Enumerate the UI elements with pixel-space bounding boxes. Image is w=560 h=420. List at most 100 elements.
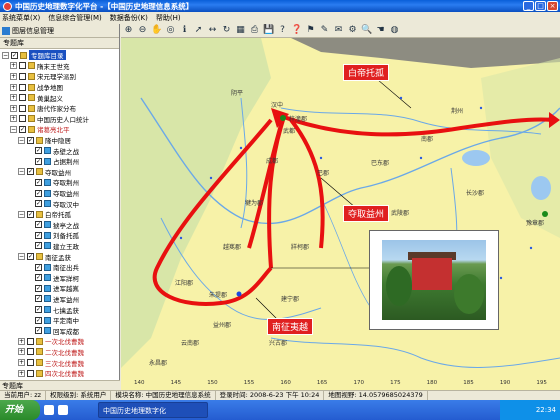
tree-node[interactable]: + 一次北伐曹魏	[2, 336, 119, 347]
note-icon[interactable]: ✉	[333, 25, 344, 36]
map-view[interactable]: 汉中江阳郡武都越嶲郡朱提郡牂柯郡益州郡兴古郡云南郡永昌郡巴郡巴东郡荆州武陵郡零陵…	[121, 38, 560, 390]
tree-node[interactable]: 进军益州	[2, 294, 119, 305]
expand-toggle-icon[interactable]: +	[18, 369, 25, 377]
tree-node[interactable]: 建立王政	[2, 241, 119, 252]
tree-node[interactable]: + 战争地图	[2, 82, 119, 93]
tree-node[interactable]: 夺取益州	[2, 188, 119, 199]
expand-toggle-icon[interactable]: +	[10, 62, 17, 70]
expand-toggle-icon[interactable]: −	[18, 168, 25, 176]
layer-checkbox[interactable]	[19, 62, 26, 70]
panel-tab[interactable]: 图层信息管理	[0, 24, 119, 38]
tree-node[interactable]: 夺取汉中	[2, 198, 119, 209]
layer-checkbox[interactable]	[27, 136, 34, 144]
panel-footer-tab[interactable]: 专题库	[0, 380, 120, 390]
measure-icon[interactable]: ↔	[207, 25, 218, 36]
tree-node[interactable]: + 四次北伐曹魏	[2, 368, 119, 379]
pencil-icon[interactable]: ✎	[319, 25, 330, 36]
layer-checkbox[interactable]	[19, 94, 26, 102]
tree-node[interactable]: − 夺取益州	[2, 167, 119, 178]
layer-checkbox[interactable]	[35, 263, 42, 271]
tree-node[interactable]: 进军越嶲	[2, 283, 119, 294]
layer-checkbox[interactable]	[35, 295, 42, 303]
layer-checkbox[interactable]	[19, 115, 26, 123]
layer-checkbox[interactable]	[35, 178, 42, 186]
expand-toggle-icon[interactable]: +	[10, 72, 17, 80]
layer-checkbox[interactable]	[35, 157, 42, 165]
layer-checkbox[interactable]	[27, 359, 34, 367]
select-icon[interactable]: ➚	[193, 25, 204, 36]
layer-checkbox[interactable]	[27, 253, 34, 261]
layer-icon[interactable]: ▦	[235, 25, 246, 36]
query-icon[interactable]: ?	[277, 25, 288, 36]
expand-toggle-icon[interactable]: +	[10, 83, 17, 91]
expand-toggle-icon[interactable]: +	[10, 115, 17, 123]
menu-system[interactable]: 系统菜单(X)	[2, 13, 40, 23]
print-icon[interactable]: ⎙	[249, 25, 260, 36]
expand-toggle-icon[interactable]: +	[18, 337, 25, 345]
expand-toggle-icon[interactable]: +	[10, 94, 17, 102]
layer-checkbox[interactable]	[27, 168, 34, 176]
maximize-button[interactable]: □	[535, 1, 546, 11]
layer-checkbox[interactable]	[35, 284, 42, 292]
layer-checkbox[interactable]	[11, 51, 18, 59]
zoom-out-icon[interactable]: ⊖	[137, 25, 148, 36]
hand-icon[interactable]: ☚	[375, 25, 386, 36]
zoom-in-icon[interactable]: ⊕	[123, 25, 134, 36]
menu-backup[interactable]: 数据备份(K)	[110, 13, 148, 23]
menu-info-manage[interactable]: 信息综合管理(M)	[48, 13, 102, 23]
tree-node[interactable]: 猇亭之战	[2, 220, 119, 231]
layer-checkbox[interactable]	[35, 221, 42, 229]
tree-node[interactable]: + 二次北伐曹魏	[2, 347, 119, 358]
save-icon[interactable]: 💾	[263, 25, 274, 36]
layer-checkbox[interactable]	[35, 306, 42, 314]
tree-node[interactable]: − 专题库目录	[2, 50, 119, 61]
tree-node[interactable]: − 南征孟获	[2, 251, 119, 262]
layer-checkbox[interactable]	[35, 327, 42, 335]
layer-checkbox[interactable]	[27, 337, 34, 345]
tree-node[interactable]: 回军成都	[2, 325, 119, 336]
layer-checkbox[interactable]	[35, 200, 42, 208]
layer-checkbox[interactable]	[35, 147, 42, 155]
info-icon[interactable]: ℹ	[179, 25, 190, 36]
layer-checkbox[interactable]	[35, 274, 42, 282]
tree-node[interactable]: 占据荆州	[2, 156, 119, 167]
settings-icon[interactable]: ⚙	[347, 25, 358, 36]
search-icon[interactable]: 🔍	[361, 25, 372, 36]
pan-icon[interactable]: ✋	[151, 25, 162, 36]
flag-icon[interactable]: ⚑	[305, 25, 316, 36]
layer-checkbox[interactable]	[35, 189, 42, 197]
menu-help[interactable]: 帮助(H)	[156, 13, 181, 23]
tree-node[interactable]: − 诸葛亮北平	[2, 124, 119, 135]
layer-checkbox[interactable]	[19, 125, 26, 133]
expand-toggle-icon[interactable]: −	[18, 210, 25, 218]
layer-checkbox[interactable]	[35, 231, 42, 239]
tree-node[interactable]: 进军牂柯	[2, 272, 119, 283]
expand-toggle-icon[interactable]: +	[18, 359, 25, 367]
expand-toggle-icon[interactable]: +	[10, 104, 17, 112]
tree-node[interactable]: + 三次北伐曹魏	[2, 357, 119, 368]
layer-checkbox[interactable]	[19, 83, 26, 91]
layer-checkbox[interactable]	[27, 369, 34, 377]
layer-checkbox[interactable]	[19, 104, 26, 112]
layer-checkbox[interactable]	[19, 72, 26, 80]
start-button[interactable]: 开始	[0, 400, 40, 420]
help-icon[interactable]: ❓	[291, 25, 302, 36]
close-button[interactable]: ×	[547, 1, 558, 11]
expand-toggle-icon[interactable]: −	[18, 253, 25, 261]
tree-node[interactable]: − 白帝托孤	[2, 209, 119, 220]
tree-node[interactable]: − 隆中隐居	[2, 135, 119, 146]
tree-node[interactable]: + 唐代作家分布	[2, 103, 119, 114]
expand-toggle-icon[interactable]: −	[18, 136, 25, 144]
full-extent-icon[interactable]: ◎	[165, 25, 176, 36]
tree-node[interactable]: 南征出兵	[2, 262, 119, 273]
tree-node[interactable]: 刘备托孤	[2, 230, 119, 241]
layer-checkbox[interactable]	[35, 242, 42, 250]
tree-node[interactable]: + 中国历史人口统计	[2, 114, 119, 125]
quick-launch-ie-icon[interactable]	[44, 405, 54, 415]
tree-node[interactable]: 赤壁之战	[2, 145, 119, 156]
tree-node[interactable]: + 黄巢起义	[2, 92, 119, 103]
minimize-button[interactable]: _	[523, 1, 534, 11]
layer-checkbox[interactable]	[35, 316, 42, 324]
tree-node[interactable]: 平定南中	[2, 315, 119, 326]
globe-icon[interactable]: ◍	[389, 25, 400, 36]
